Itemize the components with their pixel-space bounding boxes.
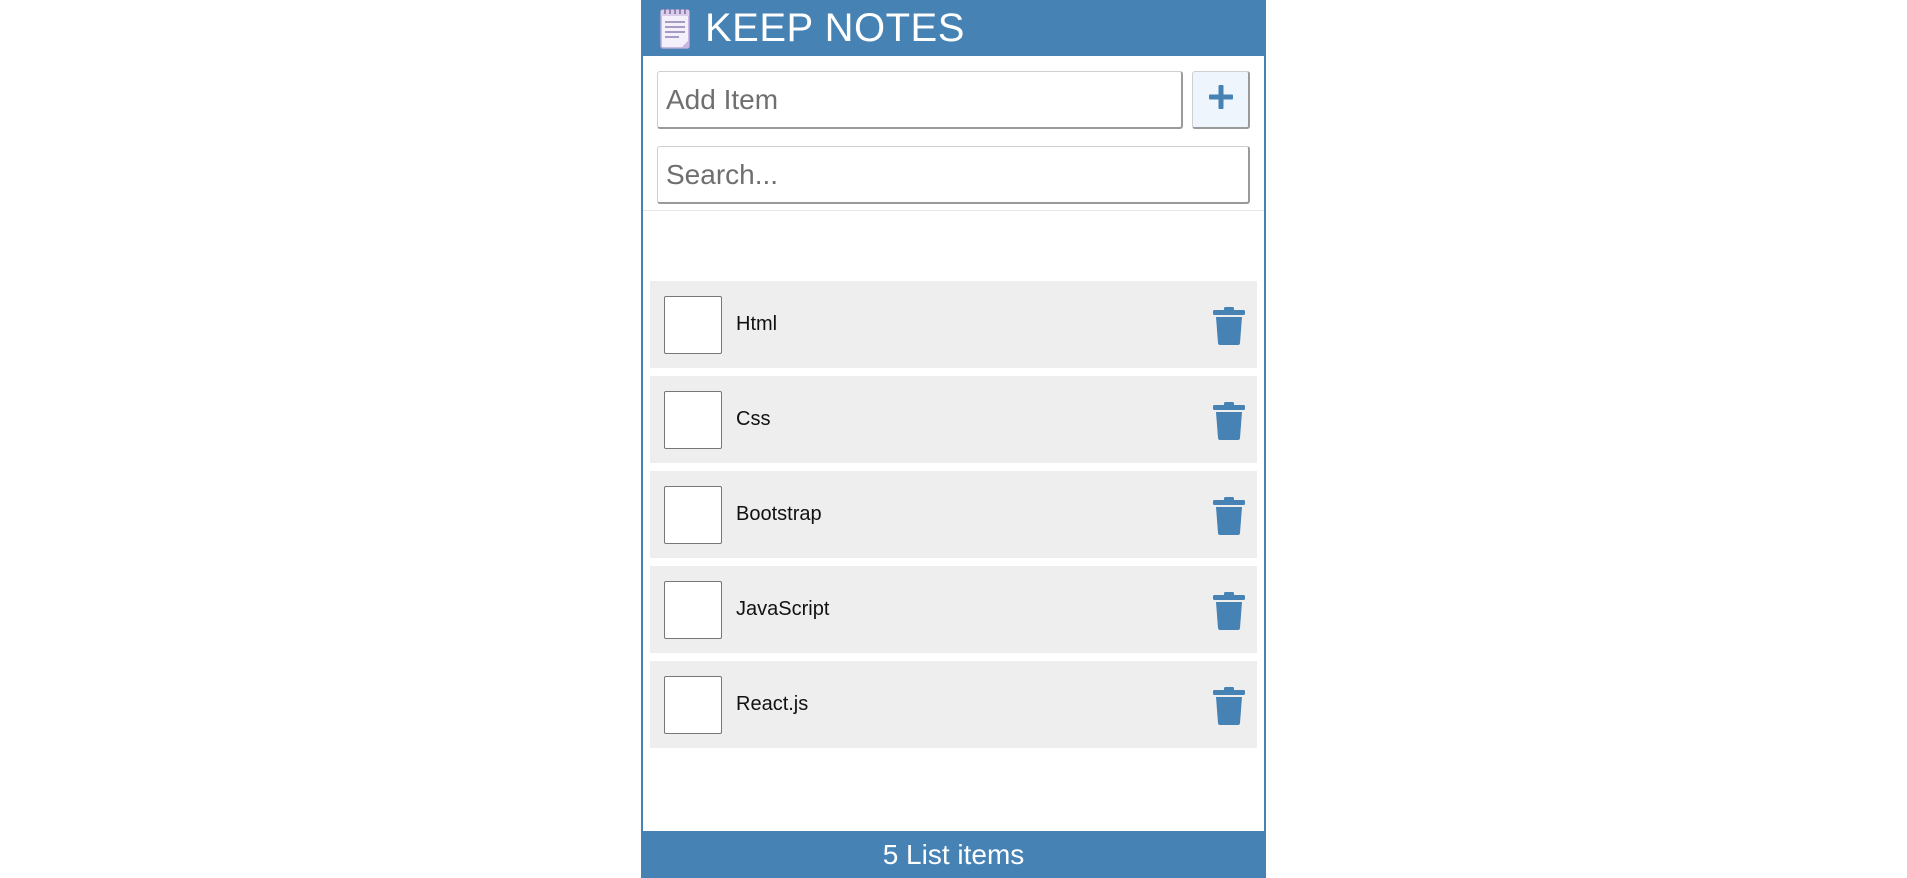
- add-item-button[interactable]: [1192, 71, 1250, 129]
- add-item-input[interactable]: [657, 71, 1183, 129]
- list-item: Css: [650, 376, 1257, 463]
- item-checkbox[interactable]: [664, 390, 722, 449]
- item-label: Css: [736, 408, 771, 430]
- app-title: KEEP NOTES: [705, 6, 965, 50]
- app-header: KEEP NOTES: [643, 0, 1264, 56]
- trash-icon[interactable]: [1213, 497, 1245, 535]
- trash-icon[interactable]: [1213, 592, 1245, 630]
- item-label: Bootstrap: [736, 503, 822, 525]
- search-input[interactable]: [657, 146, 1250, 204]
- keep-notes-app: KEEP NOTES Html: [641, 0, 1266, 878]
- notepad-icon: [659, 6, 693, 50]
- trash-icon[interactable]: [1213, 402, 1245, 440]
- item-checkbox[interactable]: [664, 295, 722, 354]
- list-count-footer: 5 List items: [643, 831, 1264, 878]
- item-checkbox[interactable]: [664, 580, 722, 639]
- list-item: JavaScript: [650, 566, 1257, 653]
- item-label: JavaScript: [736, 598, 830, 620]
- trash-icon[interactable]: [1213, 307, 1245, 345]
- add-item-row: [643, 56, 1264, 130]
- list-item: Html: [650, 281, 1257, 368]
- item-checkbox[interactable]: [664, 485, 722, 544]
- item-checkbox[interactable]: [664, 675, 722, 734]
- search-row: [643, 130, 1264, 211]
- list-count-text: 5 List items: [882, 838, 1025, 870]
- plus-icon: [1208, 84, 1234, 115]
- trash-icon[interactable]: [1213, 687, 1245, 725]
- list-item: React.js: [650, 661, 1257, 748]
- item-label: React.js: [736, 693, 809, 715]
- list-item: Bootstrap: [650, 471, 1257, 558]
- item-label: Html: [736, 313, 778, 335]
- notes-list: Html Css Bootstrap JavaScript React.js: [650, 281, 1257, 756]
